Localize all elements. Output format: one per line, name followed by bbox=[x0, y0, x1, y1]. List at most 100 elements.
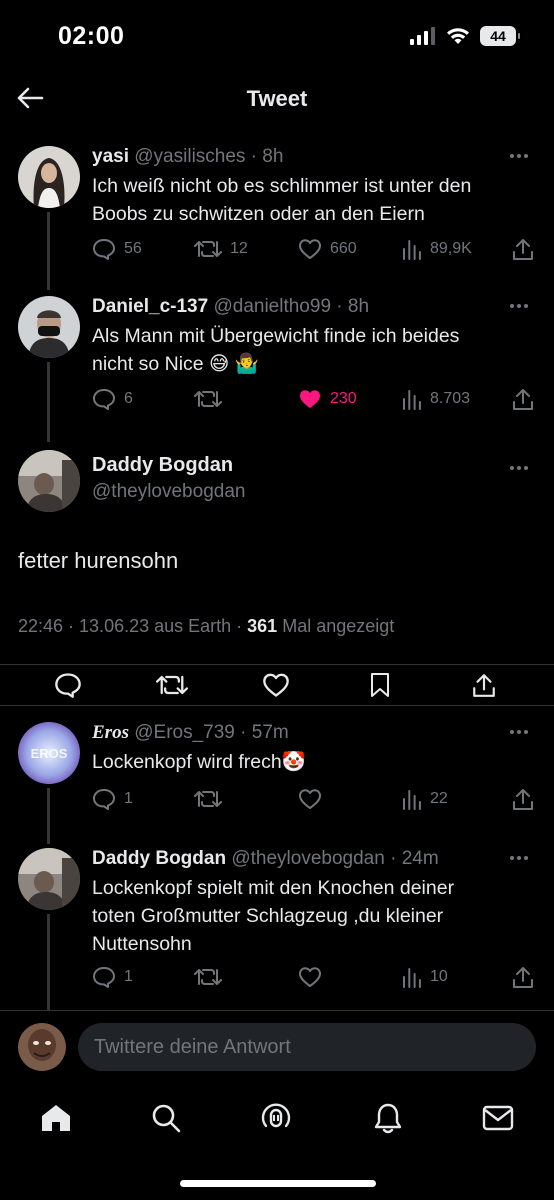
tweet-text-line: toten Großmutter Schlagzeug ,du kleiner bbox=[92, 905, 444, 927]
views-icon bbox=[403, 240, 421, 260]
views-button[interactable]: 10 bbox=[402, 964, 448, 990]
author-handle[interactable]: @theylovebogdan bbox=[231, 848, 384, 869]
share-button[interactable] bbox=[512, 964, 534, 990]
reply-composer bbox=[0, 1010, 554, 1082]
retweet-icon bbox=[194, 241, 222, 257]
status-icons: 44 bbox=[410, 26, 520, 46]
reply-button[interactable] bbox=[48, 665, 88, 705]
tab-notifications[interactable] bbox=[368, 1098, 408, 1138]
views-button[interactable]: 8.703 bbox=[402, 386, 470, 412]
avatar[interactable] bbox=[18, 450, 80, 512]
author-name[interactable]: Daddy Bogdan bbox=[92, 454, 494, 477]
heart-filled-icon bbox=[300, 390, 320, 408]
reply-icon bbox=[55, 673, 81, 698]
tab-spaces[interactable] bbox=[256, 1098, 296, 1138]
tweet-text-line: Lockenkopf wird frech🤡 bbox=[92, 751, 306, 773]
status-time: 02:00 bbox=[58, 22, 125, 50]
author-handle[interactable]: @yasilisches bbox=[134, 146, 245, 167]
share-button[interactable] bbox=[512, 386, 534, 412]
avatar[interactable] bbox=[18, 146, 80, 208]
retweet-button[interactable] bbox=[194, 964, 230, 990]
tweet-text: Lockenkopf spielt mit den Knochen deiner… bbox=[92, 874, 532, 958]
heart-icon bbox=[299, 967, 321, 987]
reply-button[interactable]: 1 bbox=[92, 964, 133, 990]
tweet-text: fetter hurensohn bbox=[18, 548, 179, 573]
reply-item[interactable]: EROS Eros @Eros_739 · 57m Lockenkopf wir… bbox=[0, 708, 554, 844]
home-icon bbox=[42, 1105, 70, 1131]
author-name[interactable]: Eros bbox=[92, 722, 129, 743]
tweet-text: Ich weiß nicht ob es schlimmer ist unter… bbox=[92, 172, 532, 228]
main-tweet: Daddy Bogdan @theylovebogdan fetter hure… bbox=[0, 448, 554, 706]
author-name[interactable]: Daniel_c-137 bbox=[92, 296, 208, 317]
share-button[interactable] bbox=[512, 236, 534, 262]
tweet-header: Daddy Bogdan @theylovebogdan · 24m bbox=[92, 848, 494, 870]
tweet-text-line: Ich weiß nicht ob es schlimmer ist unter… bbox=[92, 175, 472, 197]
views-button[interactable]: 89,9K bbox=[402, 236, 472, 262]
more-options-icon[interactable] bbox=[510, 152, 534, 160]
share-button[interactable] bbox=[512, 786, 534, 812]
tweet-text-line: Lockenkopf spielt mit den Knochen deiner bbox=[92, 877, 455, 899]
view-count: 22 bbox=[430, 790, 448, 807]
share-button[interactable] bbox=[464, 665, 504, 705]
tweet-time: · 8h bbox=[336, 296, 370, 317]
views-button[interactable]: 22 bbox=[402, 786, 448, 812]
tweet-meta: 22:46 · 13.06.23 aus Earth · 361 Mal ang… bbox=[18, 616, 394, 637]
more-options-icon[interactable] bbox=[510, 854, 534, 862]
status-bar: 02:00 44 bbox=[0, 0, 554, 70]
retweet-button[interactable] bbox=[194, 786, 230, 812]
tweet-text: Als Mann mit Übergewicht finde ich beide… bbox=[92, 322, 532, 378]
author-handle[interactable]: @Eros_739 bbox=[134, 722, 235, 743]
tweet-text-line: Als Mann mit Übergewicht finde ich beide… bbox=[92, 325, 460, 347]
thread-line bbox=[47, 914, 50, 1010]
heart-icon bbox=[299, 789, 321, 809]
tweet-item[interactable]: yasi @yasilisches · 8h Ich weiß nicht ob… bbox=[0, 130, 554, 290]
tweet-actions: 1 22 bbox=[92, 786, 534, 812]
views-icon bbox=[403, 968, 421, 988]
tweet-text-line: Nuttensohn bbox=[92, 933, 192, 955]
reply-icon bbox=[93, 239, 115, 260]
avatar[interactable]: EROS bbox=[18, 722, 80, 784]
bookmark-button[interactable] bbox=[360, 665, 400, 705]
like-button[interactable] bbox=[298, 964, 330, 990]
user-avatar[interactable] bbox=[18, 1023, 66, 1071]
svg-text:EROS: EROS bbox=[31, 746, 68, 761]
avatar[interactable] bbox=[18, 848, 80, 910]
more-options-icon[interactable] bbox=[510, 464, 534, 472]
reply-icon bbox=[93, 389, 115, 410]
tweet-header: Daniel_c-137 @danieltho99 · 8h bbox=[92, 296, 494, 318]
author-handle[interactable]: @danieltho99 bbox=[213, 296, 331, 317]
reply-input[interactable] bbox=[78, 1023, 536, 1071]
more-options-icon[interactable] bbox=[510, 302, 534, 310]
reply-count: 1 bbox=[124, 968, 133, 985]
retweet-button[interactable] bbox=[194, 386, 230, 412]
author-name[interactable]: Daddy Bogdan bbox=[92, 848, 226, 869]
tab-home[interactable] bbox=[36, 1098, 76, 1138]
more-options-icon[interactable] bbox=[510, 728, 534, 736]
notifications-icon bbox=[374, 1103, 402, 1134]
reply-item[interactable]: Daddy Bogdan @theylovebogdan · 24m Locke… bbox=[0, 832, 554, 1010]
view-count: 8.703 bbox=[430, 390, 471, 407]
like-button[interactable] bbox=[256, 665, 296, 705]
tweet-actions: 6 230 8.703 bbox=[92, 386, 534, 412]
like-button[interactable]: 660 bbox=[298, 236, 357, 262]
reply-button[interactable]: 6 bbox=[92, 386, 133, 412]
bookmark-icon bbox=[371, 673, 389, 697]
tab-messages[interactable] bbox=[478, 1098, 518, 1138]
tweet-actions: 56 12 660 89,9K bbox=[92, 236, 534, 262]
tab-search[interactable] bbox=[146, 1098, 186, 1138]
tweet-item[interactable]: Daniel_c-137 @danieltho99 · 8h Als Mann … bbox=[0, 280, 554, 448]
retweet-button[interactable] bbox=[152, 665, 192, 705]
reply-button[interactable]: 56 bbox=[92, 236, 142, 262]
main-tweet-actions bbox=[0, 664, 554, 704]
like-button[interactable] bbox=[298, 786, 330, 812]
like-button[interactable]: 230 bbox=[298, 386, 357, 412]
tweet-header: yasi @yasilisches · 8h bbox=[92, 146, 494, 168]
view-count: 361 bbox=[247, 616, 278, 636]
author-handle[interactable]: @theylovebogdan bbox=[92, 481, 494, 503]
reply-button[interactable]: 1 bbox=[92, 786, 133, 812]
tweet-header: Eros @Eros_739 · 57m bbox=[92, 722, 494, 744]
share-icon bbox=[513, 389, 533, 410]
retweet-button[interactable]: 12 bbox=[194, 236, 248, 262]
author-name[interactable]: yasi bbox=[92, 146, 129, 167]
avatar[interactable] bbox=[18, 296, 80, 358]
